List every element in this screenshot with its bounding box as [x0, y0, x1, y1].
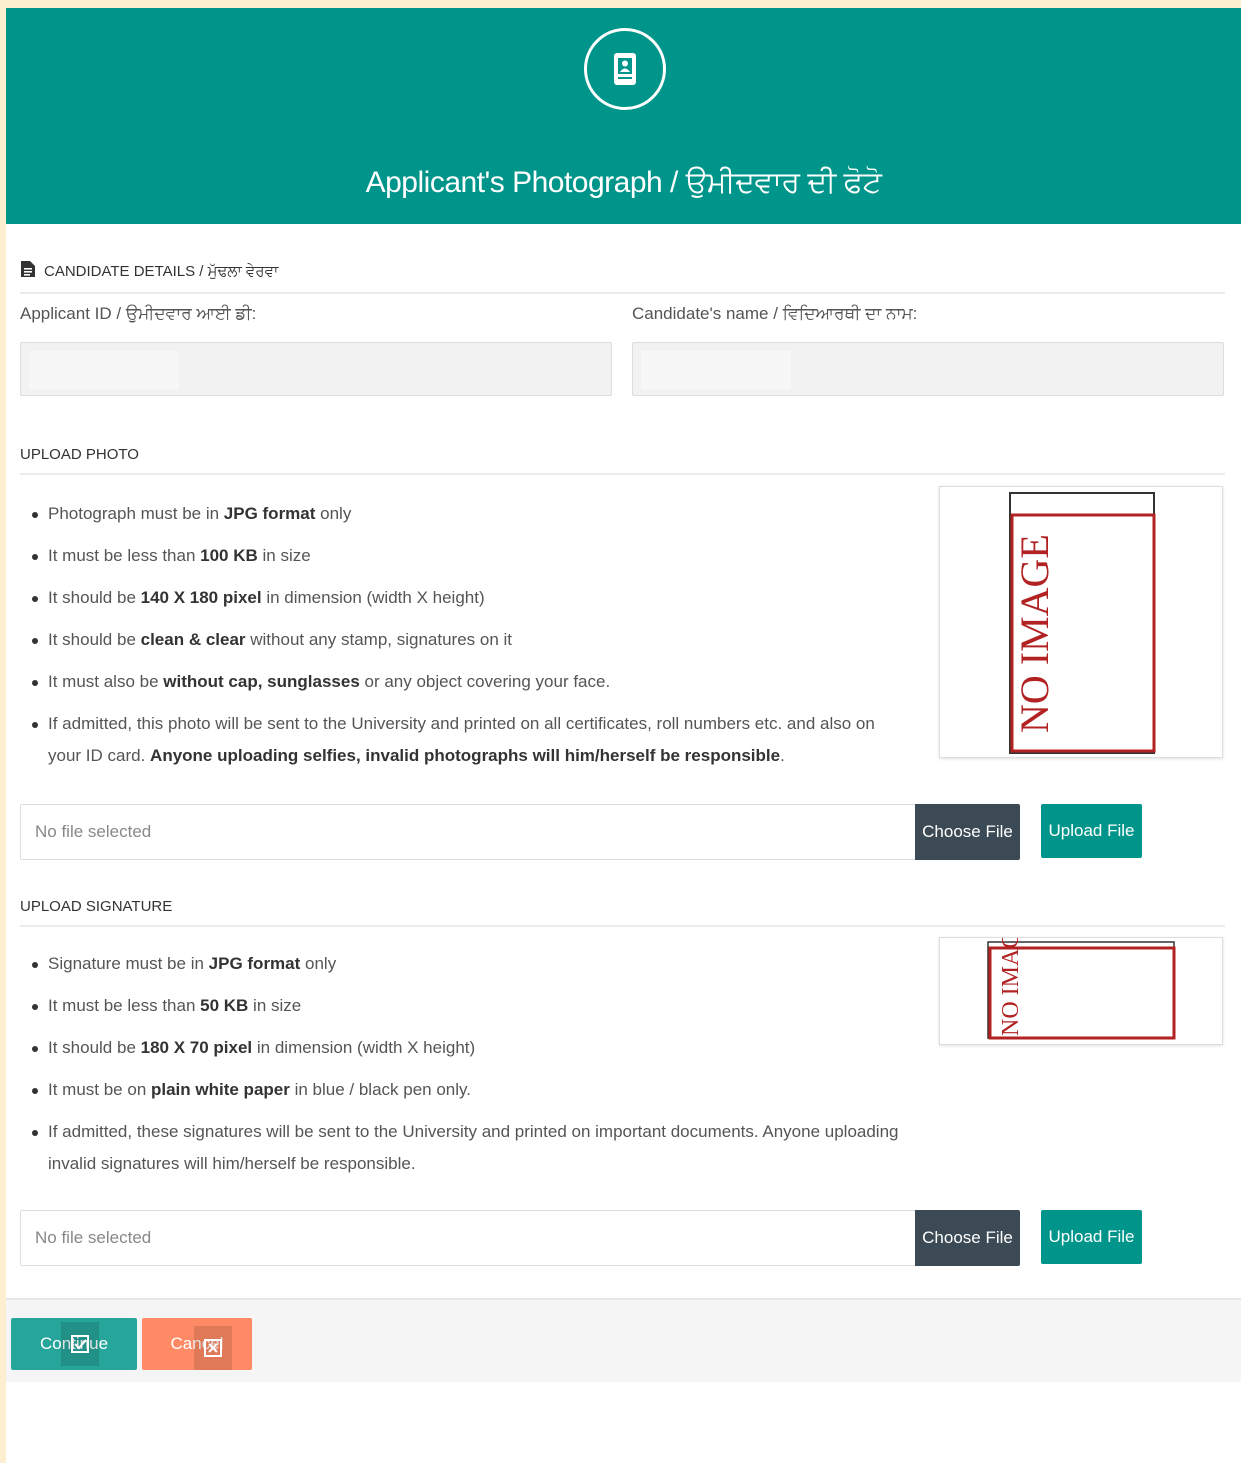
photo-rule-text: or any object covering your face. [359, 672, 611, 691]
signature-rule-emphasis: 50 KB [200, 996, 249, 1015]
signature-choose-file-button[interactable]: Choose File [915, 1210, 1020, 1266]
photo-rule-text: without any stamp, signatures on it [245, 630, 513, 649]
photo-file-row: No file selected Choose File Upload File [20, 804, 1150, 860]
no-image-text: NO IMAGE [1012, 534, 1057, 733]
no-image-text: NO IMAGE [998, 938, 1024, 1036]
signature-rules-list: Signature must be in JPG format only It m… [28, 948, 908, 1190]
photo-rule-item: It should be 140 X 180 pixel in dimensio… [28, 582, 908, 614]
applicant-id-label: Applicant ID / ਉਮੀਦਵਾਰ ਆਈ ਡੀ: [20, 304, 257, 323]
photo-rule-emphasis: Anyone uploading selfies, invalid photog… [150, 746, 781, 765]
photo-rule-text: It should be [48, 588, 141, 607]
id-card-icon [584, 28, 666, 110]
photo-rule-text: only [315, 504, 352, 523]
signature-rule-text: only [300, 954, 337, 973]
photo-rule-emphasis: clean & clear [140, 630, 246, 649]
signature-rule-text: Signature must be in [48, 954, 209, 973]
photo-rule-emphasis: without cap, sunglasses [163, 672, 360, 691]
form-footer: Continue Cancel [6, 1298, 1241, 1382]
photo-upload-card: Applicant's Photograph / ਉਮੀਦਵਾਰ ਦੀ ਫੋਟੋ… [6, 8, 1241, 1463]
signature-file-row: No file selected Choose File Upload File [20, 1210, 1150, 1266]
photo-rule-item: It should be clean & clear without any s… [28, 624, 908, 656]
photo-choose-file-button[interactable]: Choose File [915, 804, 1020, 860]
photo-rule-emphasis: 140 X 180 pixel [140, 588, 262, 607]
signature-rule-item: Signature must be in JPG format only [28, 948, 908, 980]
photo-preview: NO IMAGE [939, 486, 1223, 758]
signature-rule-emphasis: JPG format [208, 954, 301, 973]
signature-rule-item: If admitted, these signatures will be se… [28, 1116, 908, 1180]
signature-file-input[interactable]: No file selected [20, 1210, 916, 1266]
signature-rule-item: It must be less than 50 KB in size [28, 990, 908, 1022]
cancel-button[interactable]: Cancel [142, 1318, 252, 1370]
candidate-details-heading: CANDIDATE DETAILS / ਮੁੱਢਲਾ ਵੇਰਵਾ [20, 260, 1225, 294]
signature-rule-text: If admitted, these signatures will be se… [48, 1122, 899, 1173]
candidate-name-label: Candidate's name / ਵਿਦਿਆਰਥੀ ਦਾ ਨਾਮ: [632, 304, 918, 323]
signature-rule-item: It should be 180 X 70 pixel in dimension… [28, 1032, 908, 1064]
page-title: Applicant's Photograph / ਉਮੀਦਵਾਰ ਦੀ ਫੋਟੋ [365, 166, 882, 199]
signature-rule-text: It must be on [48, 1080, 151, 1099]
candidate-name-field[interactable] [632, 342, 1224, 396]
photo-rule-text: in dimension (width X height) [261, 588, 485, 607]
page-header: Applicant's Photograph / ਉਮੀਦਵਾਰ ਦੀ ਫੋਟੋ [6, 8, 1241, 224]
photo-rule-text: It must also be [48, 672, 164, 691]
photo-rule-item: If admitted, this photo will be sent to … [28, 708, 908, 772]
photo-rules-list: Photograph must be in JPG format only It … [28, 498, 908, 782]
signature-rule-item: It must be on plain white paper in blue … [28, 1074, 908, 1106]
document-icon [20, 260, 36, 282]
signature-rule-text: It should be [48, 1038, 141, 1057]
signature-rule-text: It must be less than [48, 996, 201, 1015]
photo-rule-text: Photograph must be in [48, 504, 224, 523]
no-image-placeholder: NO IMAGE [1009, 492, 1156, 754]
photo-file-input[interactable]: No file selected [20, 804, 916, 860]
photo-upload-file-button[interactable]: Upload File [1041, 804, 1142, 858]
upload-signature-heading: UPLOAD SIGNATURE [20, 898, 1225, 927]
upload-photo-heading: UPLOAD PHOTO [20, 446, 1225, 475]
photo-rule-text: It should be [48, 630, 141, 649]
photo-rule-item: It must also be without cap, sunglasses … [28, 666, 908, 698]
photo-rule-item: It must be less than 100 KB in size [28, 540, 908, 572]
photo-rule-item: Photograph must be in JPG format only [28, 498, 908, 530]
signature-rule-text: in size [248, 996, 302, 1015]
photo-rule-emphasis: 100 KB [200, 546, 258, 565]
signature-rule-emphasis: plain white paper [151, 1080, 290, 1099]
close-square-icon [194, 1326, 232, 1370]
applicant-id-field[interactable] [20, 342, 612, 396]
photo-rule-text: It must be less than [48, 546, 201, 565]
no-image-placeholder-signature: NO IMAGE [987, 917, 1176, 1040]
signature-rule-text: in dimension (width X height) [252, 1038, 476, 1057]
candidate-details-title: CANDIDATE DETAILS / ਮੁੱਢਲਾ ਵੇਰਵਾ [44, 262, 279, 280]
check-square-icon [61, 1322, 99, 1366]
signature-upload-file-button[interactable]: Upload File [1041, 1210, 1142, 1264]
signature-rule-text: in blue / black pen only. [289, 1080, 471, 1099]
continue-button[interactable]: Continue [11, 1318, 137, 1370]
photo-rule-emphasis: JPG format [223, 504, 316, 523]
signature-rule-emphasis: 180 X 70 pixel [140, 1038, 253, 1057]
signature-preview: NO IMAGE [939, 917, 1223, 1045]
photo-rule-text: in size [257, 546, 311, 565]
photo-rule-text: . [780, 746, 785, 765]
